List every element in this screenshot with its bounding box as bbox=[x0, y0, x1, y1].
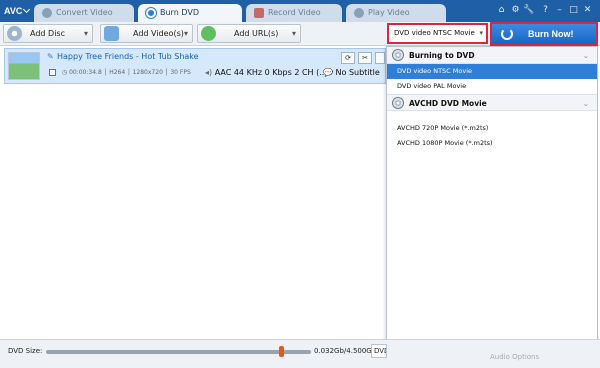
record-icon bbox=[254, 8, 264, 18]
subtitle-value: No Subtitle bbox=[335, 68, 380, 77]
capacity-text: 0.032Gb/4.500Gb bbox=[314, 347, 377, 355]
burn-now-button[interactable]: Burn Now! bbox=[490, 22, 598, 46]
option-avchd-720p[interactable]: AVCHD 720P Movie (*.m2ts) bbox=[387, 121, 597, 136]
home-icon[interactable]: ⌂ bbox=[496, 5, 507, 16]
audio-track-select[interactable]: ◂) AAC 44 KHz 0 Kbps 2 CH (... ▾ bbox=[205, 68, 333, 77]
clock-icon: ◷ bbox=[61, 69, 68, 76]
subtitle-select[interactable]: 💬 No Subtitle bbox=[323, 68, 380, 77]
group-header-avchd[interactable]: AVCHD DVD Movie ⌄ bbox=[387, 94, 597, 111]
dvd-disc-icon bbox=[392, 49, 404, 61]
refresh-icon bbox=[501, 28, 513, 40]
option-avchd-1080p[interactable]: AVCHD 1080P Movie (*.m2ts) bbox=[387, 136, 597, 151]
tab-convert-video[interactable]: Convert Video bbox=[34, 4, 134, 22]
tab-play-video[interactable]: Play Video bbox=[346, 4, 446, 22]
chevron-down-icon[interactable]: ⌄ bbox=[583, 95, 589, 112]
close-icon[interactable]: ✕ bbox=[582, 5, 593, 16]
audio-track-value: AAC 44 KHz 0 Kbps 2 CH (... bbox=[214, 68, 327, 77]
dvd-size-label: DVD Size: bbox=[8, 347, 43, 355]
globe-add-icon bbox=[201, 26, 216, 41]
include-checkbox[interactable] bbox=[49, 69, 56, 76]
avchd-disc-icon bbox=[392, 97, 404, 109]
duration: 00:00:34.8 bbox=[69, 69, 102, 76]
tab-burn-dvd[interactable]: Burn DVD bbox=[138, 4, 242, 22]
burn-now-label: Burn Now! bbox=[528, 29, 574, 39]
group-header-burning-to-dvd[interactable]: Burning to DVD ⌄ bbox=[387, 47, 597, 64]
add-disc-button[interactable]: Add Disc ▾ bbox=[3, 24, 93, 43]
tab-burn-dvd-label: Burn DVD bbox=[160, 8, 199, 17]
dvd-size-knob[interactable] bbox=[279, 346, 284, 357]
disc-add-icon bbox=[7, 26, 22, 41]
scissors-icon[interactable]: ✂ bbox=[358, 52, 372, 64]
resolution: 1280x720 bbox=[132, 69, 163, 76]
chevron-down-icon[interactable]: ⌄ bbox=[583, 47, 589, 64]
dvd-type-select[interactable]: DVD bbox=[371, 344, 387, 358]
format-dropdown-panel: Burning to DVD ⌄ DVD video NTSC Movie DV… bbox=[386, 46, 598, 360]
refresh-icon[interactable]: ⟳ bbox=[341, 52, 355, 64]
title-bar: AVC Convert Video Burn DVD Record Video … bbox=[0, 0, 600, 22]
minimize-icon[interactable]: – bbox=[554, 5, 565, 16]
convert-video-icon bbox=[42, 8, 52, 18]
audio-options-button[interactable]: Audio Options bbox=[490, 353, 539, 361]
chevron-down-icon: ▾ bbox=[479, 29, 483, 37]
file-name[interactable]: Happy Tree Friends - Hot Tub Shake bbox=[57, 52, 199, 61]
disc-icon bbox=[146, 8, 156, 18]
option-dvd-pal[interactable]: DVD video PAL Movie bbox=[387, 79, 597, 94]
chevron-down-icon[interactable]: ▾ bbox=[292, 25, 296, 42]
tab-convert-video-label: Convert Video bbox=[56, 8, 113, 17]
option-dvd-ntsc[interactable]: DVD video NTSC Movie bbox=[387, 64, 597, 79]
app-logo: AVC bbox=[4, 6, 23, 16]
file-meta: ◷ 00:00:34.8 │ H264 │ 1280x720 │ 30 FPS bbox=[49, 69, 191, 76]
wrench-icon[interactable]: 🔧 bbox=[523, 5, 534, 16]
play-icon bbox=[354, 8, 364, 18]
speaker-icon: ◂) bbox=[205, 68, 213, 77]
dvd-size-bar bbox=[46, 350, 311, 354]
add-disc-label: Add Disc bbox=[30, 29, 65, 38]
output-format-select[interactable]: DVD video NTSC Movie ▾ bbox=[387, 23, 488, 44]
codec: H264 bbox=[109, 69, 126, 76]
subtitle-icon: 💬 bbox=[323, 68, 333, 77]
maximize-icon[interactable]: □ bbox=[568, 5, 579, 16]
edit-icon[interactable]: ✎ bbox=[47, 52, 54, 61]
chevron-down-icon[interactable]: ▾ bbox=[184, 25, 188, 42]
chevron-down-icon[interactable]: ▾ bbox=[84, 25, 88, 42]
film-add-icon bbox=[104, 26, 119, 41]
tab-record-video-label: Record Video bbox=[268, 8, 321, 17]
tab-record-video[interactable]: Record Video bbox=[246, 4, 342, 22]
add-urls-label: Add URL(s) bbox=[234, 29, 279, 38]
video-thumbnail bbox=[8, 52, 40, 80]
add-videos-label: Add Video(s) bbox=[133, 29, 184, 38]
add-videos-button[interactable]: Add Video(s) ▾ bbox=[100, 24, 193, 43]
output-format-value: DVD video NTSC Movie bbox=[394, 29, 475, 37]
group-title: Burning to DVD bbox=[409, 51, 475, 60]
group-title: AVCHD DVD Movie bbox=[409, 99, 487, 108]
help-icon[interactable]: ? bbox=[540, 5, 551, 16]
tab-play-video-label: Play Video bbox=[368, 8, 410, 17]
gear-icon[interactable]: ⚙ bbox=[510, 5, 521, 16]
add-urls-button[interactable]: Add URL(s) ▾ bbox=[197, 24, 301, 43]
more-icon[interactable] bbox=[375, 52, 385, 64]
fps: 30 FPS bbox=[170, 69, 191, 76]
file-list-row[interactable]: ✎ Happy Tree Friends - Hot Tub Shake ⟳ ✂… bbox=[4, 48, 386, 84]
